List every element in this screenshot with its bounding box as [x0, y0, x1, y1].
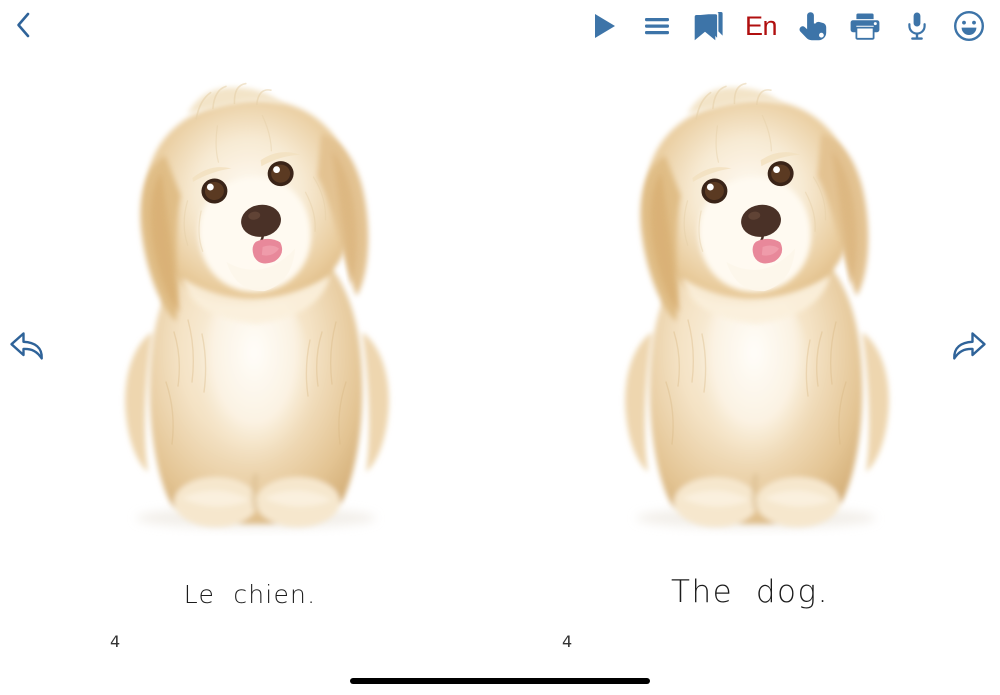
toolbar: En: [588, 6, 986, 46]
menu-icon: [644, 18, 669, 35]
smiley-icon: [953, 10, 985, 42]
dog-image: [125, 82, 389, 529]
page-left-french[interactable]: Le chien. 4: [0, 52, 500, 651]
page-caption-english: The dog.: [671, 574, 829, 610]
page-right-english[interactable]: The dog. 4: [500, 52, 1000, 651]
bookmark-button[interactable]: [692, 9, 726, 43]
menu-button[interactable]: [640, 9, 674, 43]
page-number-left: 4: [110, 632, 121, 651]
hand-pointer-icon: [799, 12, 827, 41]
printer-icon: [850, 13, 880, 40]
dog-illustration-french: [70, 82, 430, 552]
dog-image: [625, 82, 889, 529]
bookmark-icon: [694, 12, 723, 41]
page-caption-french: Le chien.: [183, 580, 317, 609]
print-button[interactable]: [848, 9, 882, 43]
top-bar: En: [0, 0, 1000, 52]
smiley-button[interactable]: [952, 9, 986, 43]
language-toggle-button[interactable]: En: [744, 9, 778, 43]
page-spread: Le chien. 4 The dog. 4: [0, 52, 1000, 651]
home-indicator[interactable]: [350, 678, 650, 684]
back-button[interactable]: [6, 8, 40, 42]
dog-illustration-english: [570, 82, 930, 552]
hand-pointer-button[interactable]: [796, 9, 830, 43]
play-button[interactable]: [588, 9, 622, 43]
app-screen: En Le chien. 4 The dog. 4: [0, 0, 1000, 695]
microphone-icon: [908, 12, 926, 40]
chevron-left-icon: [17, 12, 30, 38]
play-icon: [594, 14, 615, 38]
microphone-button[interactable]: [900, 9, 934, 43]
page-number-right: 4: [562, 632, 573, 651]
